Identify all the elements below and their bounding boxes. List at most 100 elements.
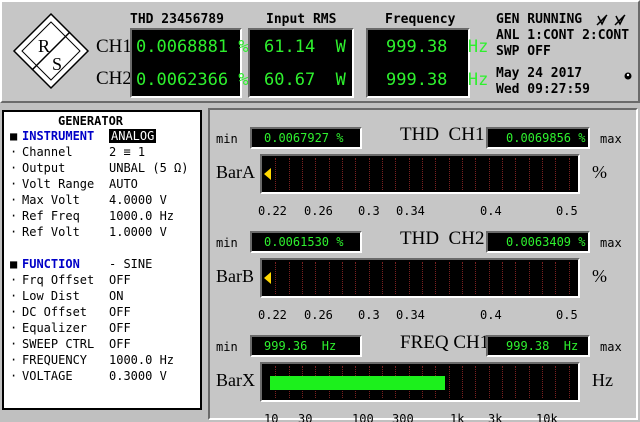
generator-row-label: Equalizer: [22, 321, 88, 335]
generator-row-value[interactable]: 0.3000 V: [109, 369, 167, 383]
generator-row-value[interactable]: 1.0000 V: [109, 225, 167, 239]
bar-gridline: [448, 366, 450, 398]
generator-row-label: FREQUENCY: [22, 353, 88, 367]
bar-gridline: [475, 158, 477, 190]
bar-tick-label: 0.3: [358, 308, 380, 322]
generator-row-value[interactable]: ANALOG: [109, 129, 157, 143]
bar-min-value: 0.0061530 %: [250, 231, 362, 253]
bar-gridline: [355, 158, 357, 190]
bar-tick-label: 0.26: [304, 204, 333, 218]
item-bullet-icon: ·: [10, 353, 18, 367]
bar-gridline: [515, 366, 517, 398]
generator-row-label: Ref Volt: [22, 225, 80, 239]
frequency-display: 999.38 Hz 999.38 Hz: [366, 28, 488, 98]
generator-row[interactable]: · VOLTAGE 0.3000 V: [10, 368, 167, 384]
generator-row[interactable]: · SWEEP CTRL OFF: [10, 336, 131, 352]
generator-row-label: Low Dist: [22, 289, 80, 303]
bar-gridline: [328, 262, 330, 294]
bar-tick-label: 0.34: [396, 204, 425, 218]
bar-gridline: [368, 262, 370, 294]
bar-tick-label: 0.22: [258, 204, 287, 218]
bar-gridline: [462, 366, 463, 398]
bar-gridline: [502, 158, 503, 190]
bar-gridline: [342, 262, 343, 294]
generator-row-value[interactable]: 1000.0 Hz: [109, 209, 174, 223]
generator-row[interactable]: · Ref Freq 1000.0 Hz: [10, 208, 174, 224]
generator-row-value[interactable]: OFF: [109, 321, 131, 335]
bar-gridline: [422, 158, 423, 190]
generator-row[interactable]: · Max Volt 4.0000 V: [10, 192, 167, 208]
section-bullet-icon: ■: [10, 129, 18, 143]
generator-row[interactable]: · Equalizer OFF: [10, 320, 131, 336]
generator-row-value[interactable]: 4.0000 V: [109, 193, 167, 207]
bargraph-panel: min 0.0067927 % THD CH1 0.0069856 % max BarA%…: [208, 108, 638, 422]
generator-row-label: Max Volt: [22, 193, 80, 207]
generator-row[interactable]: ■ FUNCTION - SINE: [10, 256, 152, 272]
generator-row-label: Output: [22, 161, 66, 175]
bar-gridline: [395, 158, 397, 190]
item-bullet-icon: ·: [10, 289, 18, 303]
item-bullet-icon: ·: [10, 321, 18, 335]
bar-max-label: max: [600, 236, 622, 250]
bar-name: BarX: [216, 370, 255, 390]
bar-gridline: [568, 366, 570, 398]
bar-max-label: max: [600, 132, 622, 146]
generator-row-value[interactable]: AUTO: [109, 177, 138, 191]
bar-gridline: [475, 262, 477, 294]
generator-row-value[interactable]: 2 ≡ 1: [109, 145, 145, 159]
bar-unit: %: [592, 266, 607, 286]
bar-unit: Hz: [592, 370, 613, 390]
generator-row[interactable]: · Ref Volt 1.0000 V: [10, 224, 167, 240]
generator-status: GEN RUNNING: [496, 12, 583, 27]
generator-row-value[interactable]: ON: [109, 289, 123, 303]
generator-row[interactable]: · Low Dist ON: [10, 288, 123, 304]
generator-row-value[interactable]: OFF: [109, 305, 131, 319]
bar-name: BarB: [216, 266, 254, 286]
generator-row-value[interactable]: OFF: [109, 273, 131, 287]
bar-gridline: [368, 158, 370, 190]
frequency-heading: Frequency: [385, 12, 456, 27]
bar-tick-label: 10k: [536, 412, 558, 422]
bar-tick-label: 0.34: [396, 308, 425, 322]
bar-gridline: [355, 262, 357, 294]
bar-min-label: min: [216, 236, 238, 250]
bar-gridline: [435, 262, 437, 294]
bar-gridline: [528, 158, 530, 190]
bar-gridline: [328, 158, 330, 190]
generator-row[interactable]: · DC Offset OFF: [10, 304, 131, 320]
bar-title: FREQ CH1: [400, 332, 490, 353]
generator-row-label: DC Offset: [22, 305, 88, 319]
bar-min-value: 999.36 Hz: [250, 335, 362, 357]
item-bullet-icon: ·: [10, 193, 18, 207]
generator-row-value[interactable]: OFF: [109, 337, 131, 351]
bar-gridline: [382, 262, 383, 294]
bar-gridline: [275, 262, 277, 294]
rms-display: 61.14 W 60.67 W: [248, 28, 354, 98]
generator-row[interactable]: · Volt Range AUTO: [10, 176, 138, 192]
bar-tick-label: 0.5: [556, 204, 578, 218]
bar-gridline: [515, 158, 517, 190]
generator-title: GENERATOR: [58, 114, 124, 128]
bar-gridline: [568, 158, 570, 190]
bar-tick-label: 0.26: [304, 308, 333, 322]
generator-row-value[interactable]: 1000.0 Hz: [109, 353, 174, 367]
bar-gridline: [475, 366, 477, 398]
bar-gridline: [302, 262, 303, 294]
svg-text:S: S: [52, 54, 62, 74]
generator-row[interactable]: · Frq Offset OFF: [10, 272, 131, 288]
bar-track: [260, 258, 580, 298]
bar-title: THD CH2: [400, 228, 485, 249]
generator-row-label: Channel: [22, 145, 73, 159]
generator-row[interactable]: · Channel 2 ≡ 1: [10, 144, 145, 160]
generator-row[interactable]: ■ INSTRUMENT ANALOG: [10, 128, 157, 144]
generator-row[interactable]: · FREQUENCY 1000.0 Hz: [10, 352, 174, 368]
generator-row[interactable]: · Output UNBAL (5 Ω): [10, 160, 188, 176]
bar-gridline: [408, 158, 410, 190]
ch2-freq-value: 999.38 Hz: [368, 63, 488, 96]
generator-row-value[interactable]: UNBAL (5 Ω): [109, 161, 188, 175]
item-bullet-icon: ·: [10, 337, 18, 351]
generator-row-value[interactable]: - SINE: [109, 257, 152, 271]
bar-gridline: [275, 158, 277, 190]
bar-gridline: [288, 262, 290, 294]
item-bullet-icon: ·: [10, 145, 18, 159]
